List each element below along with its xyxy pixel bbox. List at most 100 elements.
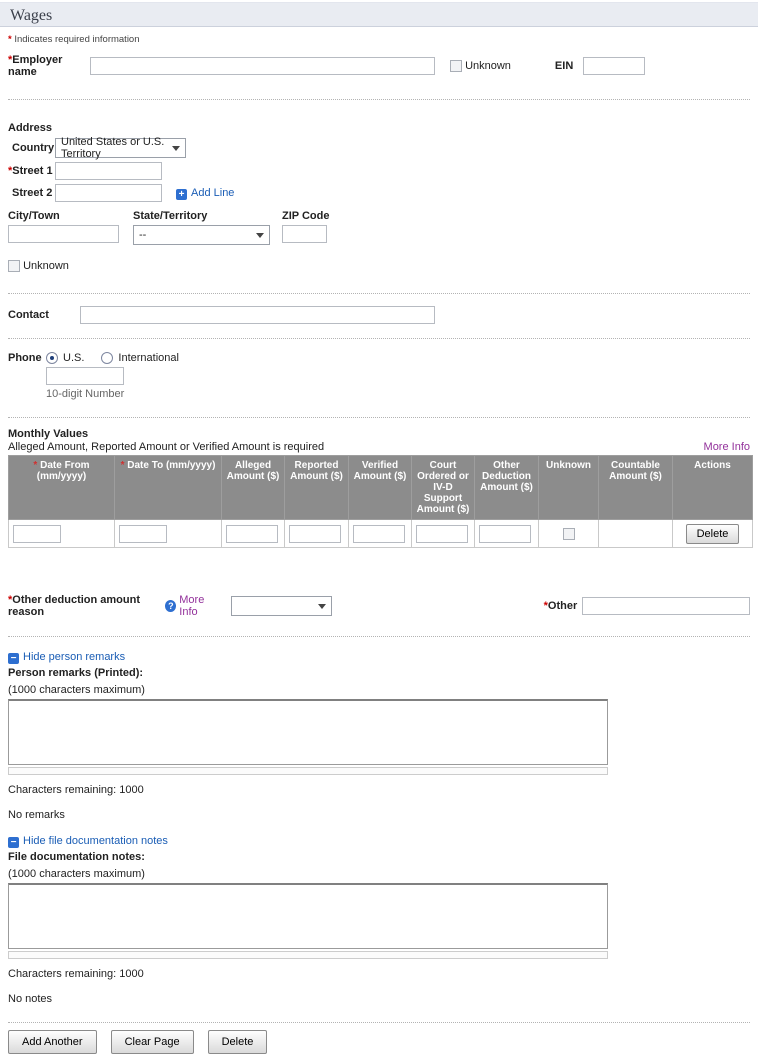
date-to-input[interactable] bbox=[119, 525, 167, 543]
col-header-verified: Verified Amount ($) bbox=[349, 456, 412, 520]
separator bbox=[8, 1022, 750, 1023]
form-content: * Indicates required information *Employ… bbox=[0, 34, 758, 1064]
other-deduction-amount-input[interactable] bbox=[479, 525, 531, 543]
separator bbox=[8, 293, 750, 294]
employer-name-input[interactable] bbox=[90, 57, 435, 75]
employer-unknown-label: Unknown bbox=[465, 60, 511, 72]
col-header-court-ordered: Court Ordered or IV-D Support Amount ($) bbox=[412, 456, 475, 520]
court-ordered-amount-input[interactable] bbox=[416, 525, 468, 543]
monthly-values-table: * Date From (mm/yyyy) * Date To (mm/yyyy… bbox=[8, 455, 753, 548]
city-input[interactable] bbox=[8, 225, 119, 243]
delete-button[interactable]: Delete bbox=[208, 1030, 268, 1054]
contact-input[interactable] bbox=[80, 306, 435, 324]
wages-page: Wages * Indicates required information *… bbox=[0, 2, 758, 1064]
phone-row: Phone U.S. International bbox=[8, 352, 750, 364]
phone-type-radios: U.S. International bbox=[46, 352, 179, 364]
row-delete-button[interactable]: Delete bbox=[686, 524, 740, 544]
col-header-countable: Countable Amount ($) bbox=[599, 456, 673, 520]
col-header-date-to: * Date To (mm/yyyy) bbox=[115, 456, 222, 520]
collapse-icon: − bbox=[8, 837, 19, 848]
city-state-zip-row: City/Town State/Territory -- ZIP Code bbox=[8, 210, 750, 245]
clear-page-button[interactable]: Clear Page bbox=[111, 1030, 194, 1054]
state-select-value: -- bbox=[139, 229, 146, 241]
countable-amount-cell bbox=[599, 520, 673, 548]
required-asterisk: * bbox=[8, 34, 12, 45]
contact-row: Contact bbox=[8, 306, 750, 324]
file-notes-remaining-count: 1000 bbox=[119, 968, 143, 980]
phone-hint: 10-digit Number bbox=[46, 388, 750, 400]
state-label: State/Territory bbox=[133, 210, 270, 222]
phone-us-radio[interactable] bbox=[46, 352, 58, 364]
help-icon[interactable]: ? bbox=[165, 600, 176, 612]
person-remarks-toggle-row: −Hide person remarks bbox=[8, 651, 750, 664]
separator bbox=[8, 99, 750, 100]
file-notes-scrollbar[interactable] bbox=[8, 951, 608, 959]
other-deduction-reason-select[interactable] bbox=[231, 596, 331, 616]
monthly-values-more-info-link[interactable]: More Info bbox=[704, 441, 750, 453]
hide-person-remarks-link[interactable]: −Hide person remarks bbox=[8, 651, 125, 663]
chevron-down-icon bbox=[172, 146, 180, 151]
street1-label: *Street 1 bbox=[8, 165, 55, 177]
footer-actions: Add Another Clear Page Delete bbox=[8, 1030, 750, 1064]
date-from-input[interactable] bbox=[13, 525, 61, 543]
col-header-alleged: Alleged Amount ($) bbox=[222, 456, 285, 520]
other-deduction-reason-label: *Other deduction amount reason bbox=[8, 594, 162, 618]
plus-icon: + bbox=[176, 189, 187, 200]
other-input[interactable] bbox=[582, 597, 750, 615]
phone-number-input[interactable] bbox=[46, 367, 124, 385]
alleged-amount-input[interactable] bbox=[226, 525, 278, 543]
ein-input[interactable] bbox=[583, 57, 645, 75]
reported-amount-input[interactable] bbox=[289, 525, 341, 543]
col-header-unknown: Unknown bbox=[539, 456, 599, 520]
street2-input[interactable] bbox=[55, 184, 162, 202]
street1-input[interactable] bbox=[55, 162, 162, 180]
phone-international-label: International bbox=[118, 352, 179, 364]
address-unknown-label: Unknown bbox=[23, 260, 69, 272]
separator bbox=[8, 338, 750, 339]
person-remarks-remaining-count: 1000 bbox=[119, 784, 143, 796]
country-select-value: United States or U.S. Territory bbox=[61, 136, 166, 160]
street2-label: Street 2 bbox=[8, 187, 55, 199]
employer-row: *Employer name Unknown EIN bbox=[8, 54, 750, 78]
add-line-link[interactable]: +Add Line bbox=[176, 187, 234, 200]
row-unknown-checkbox[interactable] bbox=[563, 528, 575, 540]
add-another-button[interactable]: Add Another bbox=[8, 1030, 97, 1054]
separator bbox=[8, 636, 750, 637]
required-note-text: Indicates required information bbox=[14, 34, 139, 45]
col-header-other-deduction: Other Deduction Amount ($) bbox=[475, 456, 539, 520]
state-column: State/Territory -- bbox=[133, 210, 270, 245]
table-header-row: * Date From (mm/yyyy) * Date To (mm/yyyy… bbox=[9, 456, 753, 520]
country-select[interactable]: United States or U.S. Territory bbox=[55, 138, 186, 158]
person-remarks-heading: Person remarks (Printed): bbox=[8, 667, 750, 679]
required-note: * Indicates required information bbox=[8, 34, 750, 45]
monthly-values-subtitle-row: Alleged Amount, Reported Amount or Verif… bbox=[8, 441, 750, 453]
address-unknown-checkbox[interactable] bbox=[8, 260, 20, 272]
hide-file-notes-link[interactable]: −Hide file documentation notes bbox=[8, 835, 168, 847]
col-header-reported: Reported Amount ($) bbox=[285, 456, 349, 520]
person-remarks-remaining: Characters remaining: 1000 bbox=[8, 784, 750, 796]
city-column: City/Town bbox=[8, 210, 119, 245]
employer-name-label: *Employer name bbox=[8, 54, 90, 78]
phone-international-radio[interactable] bbox=[101, 352, 113, 364]
other-deduction-row: *Other deduction amount reason ? More In… bbox=[8, 594, 750, 618]
employer-unknown: Unknown bbox=[450, 60, 511, 72]
page-title: Wages bbox=[0, 2, 758, 27]
person-remarks-textarea[interactable] bbox=[8, 699, 608, 765]
chevron-down-icon bbox=[318, 604, 326, 609]
country-label: Country bbox=[8, 142, 55, 154]
zip-column: ZIP Code bbox=[282, 210, 329, 245]
address-section-label: Address bbox=[8, 122, 750, 134]
other-deduction-more-info-link[interactable]: More Info bbox=[179, 594, 221, 618]
verified-amount-input[interactable] bbox=[353, 525, 405, 543]
employer-unknown-checkbox[interactable] bbox=[450, 60, 462, 72]
collapse-icon: − bbox=[8, 653, 19, 664]
zip-input[interactable] bbox=[282, 225, 327, 243]
person-remarks-empty-text: No remarks bbox=[8, 809, 750, 821]
monthly-values-section-label: Monthly Values bbox=[8, 428, 750, 440]
city-label: City/Town bbox=[8, 210, 119, 222]
person-remarks-scrollbar[interactable] bbox=[8, 767, 608, 775]
state-select[interactable]: -- bbox=[133, 225, 270, 245]
file-notes-textarea[interactable] bbox=[8, 883, 608, 949]
phone-us-label: U.S. bbox=[63, 352, 84, 364]
file-notes-heading: File documentation notes: bbox=[8, 851, 750, 863]
